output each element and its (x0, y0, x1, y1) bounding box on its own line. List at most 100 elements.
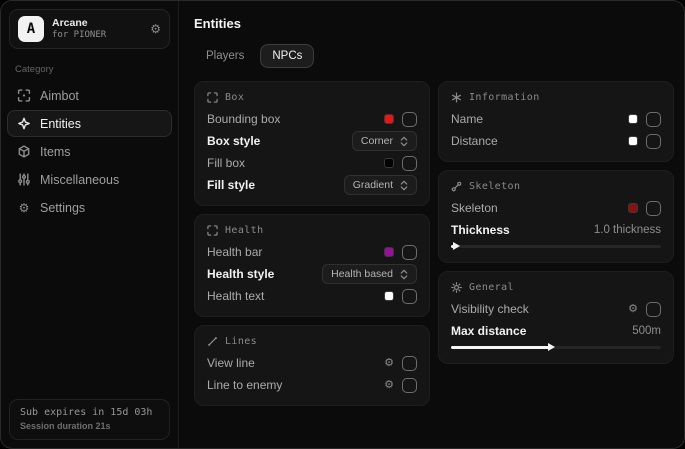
setting-row: Skeleton (451, 197, 661, 219)
slider-thumb[interactable] (453, 242, 460, 250)
row-settings-gear-icon[interactable]: ⚙ (384, 380, 394, 391)
setting-label: Max distance (451, 324, 526, 338)
sidebar-item-label: Aimbot (40, 89, 79, 103)
setting-label: Fill style (207, 178, 255, 192)
frame-brackets-icon (207, 92, 218, 103)
thickness-slider[interactable] (451, 245, 661, 248)
frame-brackets-icon (207, 225, 218, 236)
checkbox[interactable] (402, 112, 417, 127)
card-title: Information (469, 92, 540, 103)
color-swatch[interactable] (628, 136, 638, 146)
box-style-select[interactable]: Corner (352, 131, 417, 151)
checkbox[interactable] (646, 201, 661, 216)
setting-row: Bounding box (207, 108, 417, 130)
sidebar: A Arcane for PIONER ⚙ Category Aimbot En… (1, 1, 179, 448)
setting-row: Health text (207, 285, 417, 307)
setting-row: Health bar (207, 241, 417, 263)
brand-subtitle: for PIONER (52, 30, 142, 41)
setting-row: View line ⚙ (207, 352, 417, 374)
bone-icon (451, 181, 462, 192)
color-swatch[interactable] (628, 114, 638, 124)
card-title: Box (225, 92, 244, 103)
sidebar-item-label: Miscellaneous (40, 173, 119, 187)
session-duration-text: Session duration 21s (20, 421, 159, 431)
setting-row: Name (451, 108, 661, 130)
checkbox[interactable] (402, 356, 417, 371)
card-skeleton: Skeleton Skeleton Thickness 1.0 thicknes… (438, 170, 674, 263)
card-title: Health (225, 225, 264, 236)
fill-style-select[interactable]: Gradient (344, 175, 417, 195)
color-swatch[interactable] (384, 158, 394, 168)
color-swatch[interactable] (384, 247, 394, 257)
sun-icon (451, 282, 462, 293)
brand-name: Arcane (52, 17, 142, 30)
card-health: Health Health bar Health style Health ba… (194, 214, 430, 317)
slider-thumb[interactable] (548, 343, 555, 351)
setting-row: Health style Health based (207, 263, 417, 285)
card-general: General Visibility check ⚙ Max distance … (438, 271, 674, 364)
max-distance-slider[interactable] (451, 346, 661, 349)
sidebar-item-settings[interactable]: ⚙ Settings (7, 194, 172, 221)
checkbox[interactable] (646, 134, 661, 149)
gear-icon: ⚙ (17, 201, 31, 215)
setting-row: Thickness 1.0 thickness (451, 219, 661, 241)
health-style-select[interactable]: Health based (322, 264, 417, 284)
card-title: General (469, 282, 514, 293)
sidebar-item-miscellaneous[interactable]: Miscellaneous (7, 166, 172, 193)
crosshair-icon (17, 89, 31, 102)
category-label: Category (15, 64, 164, 75)
sidebar-item-items[interactable]: Items (7, 138, 172, 165)
thickness-value: 1.0 thickness (594, 224, 661, 236)
tab-players[interactable]: Players (194, 44, 256, 68)
row-settings-gear-icon[interactable]: ⚙ (384, 358, 394, 369)
card-title: Skeleton (469, 181, 520, 192)
setting-row: Line to enemy ⚙ (207, 374, 417, 396)
checkbox[interactable] (646, 302, 661, 317)
asterisk-info-icon (451, 92, 462, 103)
card-lines: Lines View line ⚙ Line to enemy ⚙ (194, 325, 430, 406)
setting-label: Name (451, 112, 483, 126)
checkbox[interactable] (402, 156, 417, 171)
setting-row: Box style Corner (207, 130, 417, 152)
sidebar-item-entities[interactable]: Entities (7, 110, 172, 137)
sidebar-item-label: Entities (40, 117, 81, 131)
setting-label: Bounding box (207, 112, 280, 126)
card-box: Box Bounding box Box style Corner Fill b… (194, 81, 430, 206)
sidebar-item-label: Settings (40, 201, 85, 215)
select-caret-icon (400, 269, 408, 280)
sliders-icon (17, 173, 31, 186)
diagonal-line-icon (207, 336, 218, 347)
page-title: Entities (194, 16, 674, 31)
color-swatch[interactable] (384, 114, 394, 124)
select-caret-icon (400, 136, 408, 147)
setting-label: Health bar (207, 245, 262, 259)
cube-icon (17, 145, 31, 158)
setting-row: Fill box (207, 152, 417, 174)
brand-card: A Arcane for PIONER ⚙ (9, 9, 170, 49)
row-settings-gear-icon[interactable]: ⚙ (628, 304, 638, 315)
setting-label: Box style (207, 134, 260, 148)
max-distance-value: 500m (632, 325, 661, 337)
setting-label: Fill box (207, 156, 245, 170)
brand-logo: A (18, 16, 44, 42)
brand-settings-icon[interactable]: ⚙ (150, 22, 161, 36)
subscription-card: Sub expires in 15d 03h Session duration … (9, 399, 170, 440)
checkbox[interactable] (402, 289, 417, 304)
setting-row: Max distance 500m (451, 320, 661, 342)
setting-label: Health style (207, 267, 274, 281)
checkbox[interactable] (402, 378, 417, 393)
sidebar-item-label: Items (40, 145, 71, 159)
checkbox[interactable] (402, 245, 417, 260)
sidebar-item-aimbot[interactable]: Aimbot (7, 82, 172, 109)
color-swatch[interactable] (384, 291, 394, 301)
sub-expiry-text: Sub expires in 15d 03h (20, 407, 159, 418)
setting-label: Health text (207, 289, 264, 303)
card-title: Lines (225, 336, 257, 347)
entities-icon (17, 117, 31, 130)
checkbox[interactable] (646, 112, 661, 127)
app-window: A Arcane for PIONER ⚙ Category Aimbot En… (0, 0, 685, 449)
setting-row: Visibility check ⚙ (451, 298, 661, 320)
tab-npcs[interactable]: NPCs (260, 44, 314, 68)
color-swatch[interactable] (628, 203, 638, 213)
card-information: Information Name Distance (438, 81, 674, 162)
